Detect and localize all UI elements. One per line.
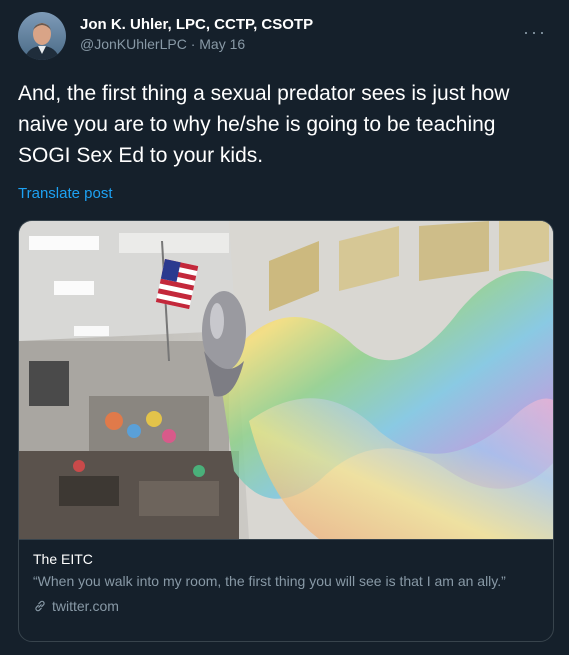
- tweet-header: Jon K. Uhler, LPC, CCTP, CSOTP @JonKUhle…: [80, 16, 313, 54]
- tweet: Jon K. Uhler, LPC, CCTP, CSOTP @JonKUhle…: [0, 0, 569, 655]
- card-description: “When you walk into my room, the first t…: [33, 573, 506, 589]
- author-display-name[interactable]: Jon K. Uhler, LPC, CCTP, CSOTP: [80, 16, 313, 34]
- more-horizontal-icon[interactable]: ···: [523, 22, 547, 43]
- classroom-photo: [19, 221, 553, 539]
- meta-separator: ·: [190, 36, 196, 52]
- avatar-photo: [18, 12, 66, 60]
- card-image: [19, 221, 553, 539]
- card-title: The EITC: [33, 551, 93, 567]
- author-meta: @JonKUhlerLPC · May 16: [80, 34, 313, 54]
- post-date[interactable]: May 16: [199, 36, 245, 52]
- avatar[interactable]: [18, 12, 66, 60]
- link-card[interactable]: The EITC “When you walk into my room, th…: [18, 220, 554, 642]
- card-domain-row: twitter.com: [33, 596, 541, 616]
- translate-post-link[interactable]: Translate post: [18, 185, 113, 202]
- author-handle[interactable]: @JonKUhlerLPC: [80, 36, 187, 52]
- tweet-text: And, the first thing a sexual predator s…: [18, 82, 510, 167]
- card-domain: twitter.com: [52, 598, 119, 614]
- link-icon: [35, 600, 45, 612]
- card-info: The EITC “When you walk into my room, th…: [19, 539, 553, 641]
